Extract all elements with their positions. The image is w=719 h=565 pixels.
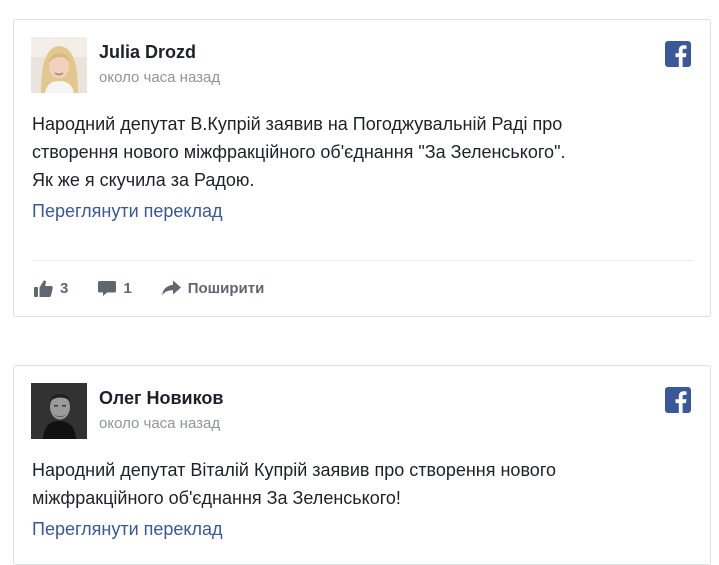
post-text-line: Народний депутат Віталій Купрій заявив п… [32,460,556,480]
avatar[interactable] [31,37,87,93]
see-translation-link[interactable]: Переглянути переклад [32,201,223,222]
post-text-line: міжфракційного об'єднання За Зеленського… [32,488,401,508]
like-button[interactable]: 3 [34,280,68,297]
see-translation-link[interactable]: Переглянути переклад [32,519,223,540]
divider [32,260,694,261]
comment-icon [98,280,117,296]
post-card: Julia Drozd около часа назад Народний де… [13,19,711,317]
post-card: Олег Новиков около часа назад Народний д… [13,365,711,565]
share-button[interactable]: Поширити [161,279,265,297]
like-count: 3 [60,279,69,297]
facebook-icon[interactable] [665,41,691,67]
post-actions: 3 1 Поширити [34,276,294,300]
post-text: Народний депутат В.Купрій заявив на Пого… [32,110,672,194]
post-text: Народний депутат Віталій Купрій заявив п… [32,456,672,512]
post-text-line: Як же я скучила за Радою. [32,170,255,190]
share-label: Поширити [187,279,265,297]
post-text-line: Народний депутат В.Купрій заявив на Пого… [32,114,563,134]
author-name[interactable]: Олег Новиков [99,388,223,409]
author-name[interactable]: Julia Drozd [99,42,196,63]
post-text-line: створення нового міжфракційного об'єднан… [32,142,566,162]
comment-button[interactable]: 1 [98,279,132,297]
comment-count: 1 [123,279,132,297]
share-arrow-icon [161,280,181,296]
facebook-icon[interactable] [665,387,691,413]
avatar[interactable] [31,383,87,439]
post-timestamp[interactable]: около часа назад [99,415,220,432]
thumbs-up-icon [34,280,53,297]
post-timestamp[interactable]: около часа назад [99,69,220,86]
